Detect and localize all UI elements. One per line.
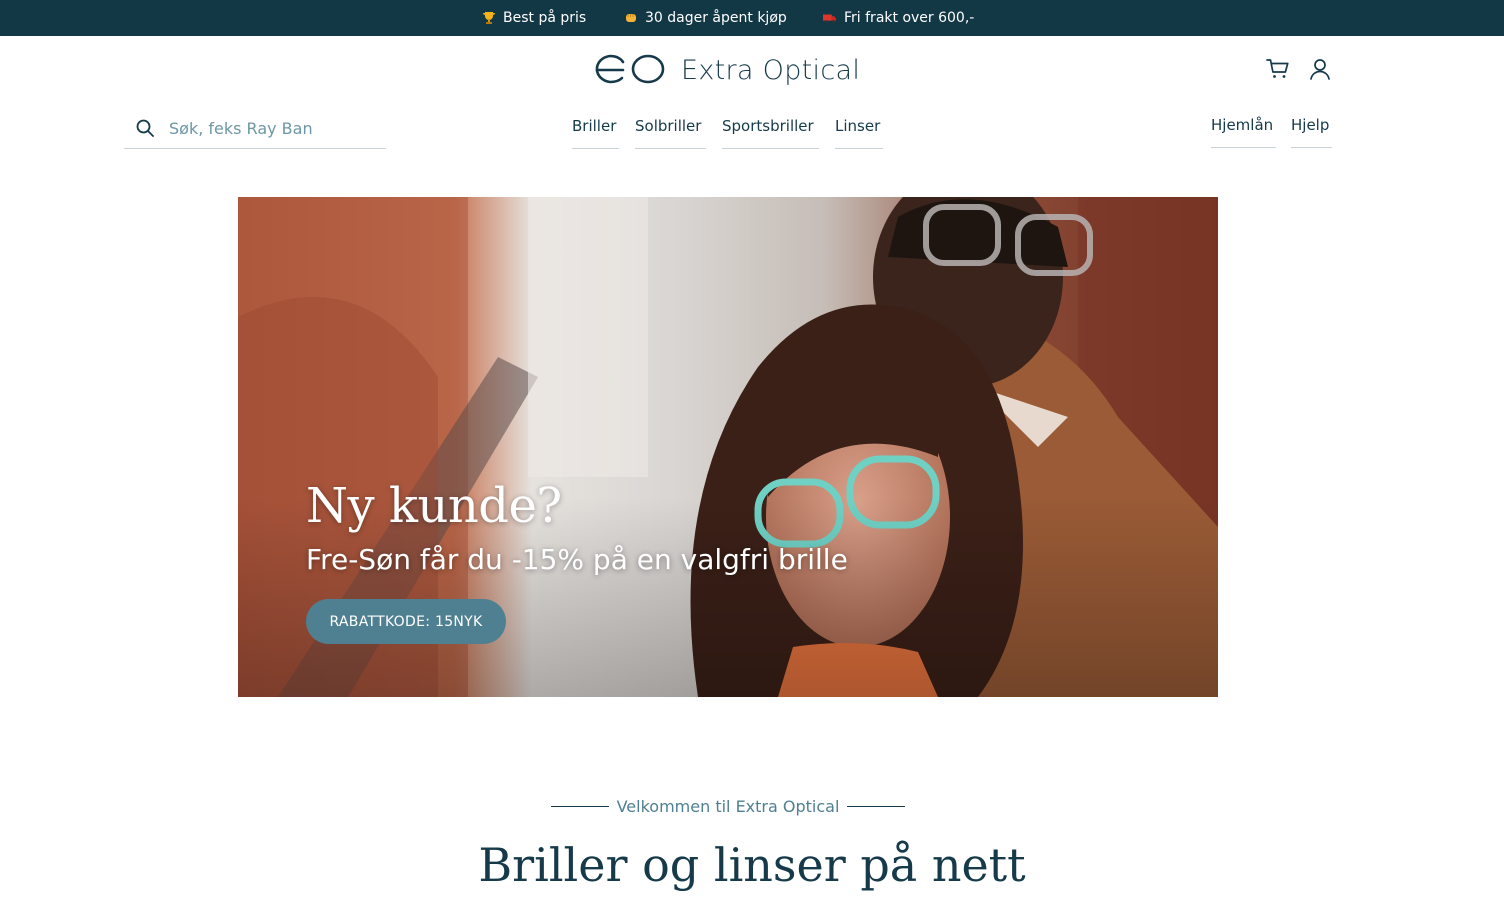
logo-link[interactable]: Extra Optical <box>593 52 860 88</box>
delivery-truck-icon <box>823 11 837 25</box>
usp-label: Best på pris <box>503 10 587 26</box>
welcome-text: Velkommen til Extra Optical <box>616 796 840 816</box>
hero-banner[interactable]: Ny kunde? Fre-Søn får du -15% på en valg… <box>238 197 1218 697</box>
usp-item-open-purchase: 30 dager åpent kjøp <box>624 0 787 36</box>
search-icon[interactable] <box>136 118 156 138</box>
nav-hjemlan[interactable]: Hjemlån <box>1211 116 1276 148</box>
usp-label: Fri frakt over 600,- <box>844 10 975 26</box>
cart-button[interactable] <box>1265 58 1291 84</box>
welcome-kicker: Velkommen til Extra Optical <box>538 795 918 817</box>
nav-hjelp[interactable]: Hjelp <box>1291 116 1332 148</box>
hero-subtitle: Fre-Søn får du -15% på en valgfri brille <box>306 543 848 576</box>
usp-label: 30 dager åpent kjøp <box>645 10 787 26</box>
discount-code-button[interactable]: RABATTKODE: 15NYK <box>306 599 506 644</box>
usp-bar: Best på pris 30 dager åpent kjøp Fri fra… <box>0 0 1504 36</box>
usp-item-free-shipping: Fri frakt over 600,- <box>823 0 974 36</box>
fist-bump-icon <box>624 11 638 25</box>
account-button[interactable] <box>1307 58 1333 84</box>
cart-icon <box>1266 58 1290 84</box>
nav-briller[interactable]: Briller <box>572 117 619 149</box>
divider-line-left <box>550 805 609 807</box>
usp-item-price: Best på pris <box>482 0 586 36</box>
nav-linser[interactable]: Linser <box>835 117 883 149</box>
search-bar <box>124 108 386 149</box>
user-icon <box>1309 58 1331 84</box>
nav-solbriller[interactable]: Solbriller <box>635 117 706 149</box>
section-title: Briller og linser på nett <box>478 838 1026 892</box>
eo-logo-icon <box>593 51 667 89</box>
trophy-icon <box>482 11 496 25</box>
search-input[interactable] <box>169 118 369 138</box>
nav-sportsbriller[interactable]: Sportsbriller <box>722 117 819 149</box>
hero-title: Ny kunde? <box>306 478 562 534</box>
logo-text: Extra Optical <box>681 54 861 86</box>
divider-line-right <box>847 805 906 807</box>
